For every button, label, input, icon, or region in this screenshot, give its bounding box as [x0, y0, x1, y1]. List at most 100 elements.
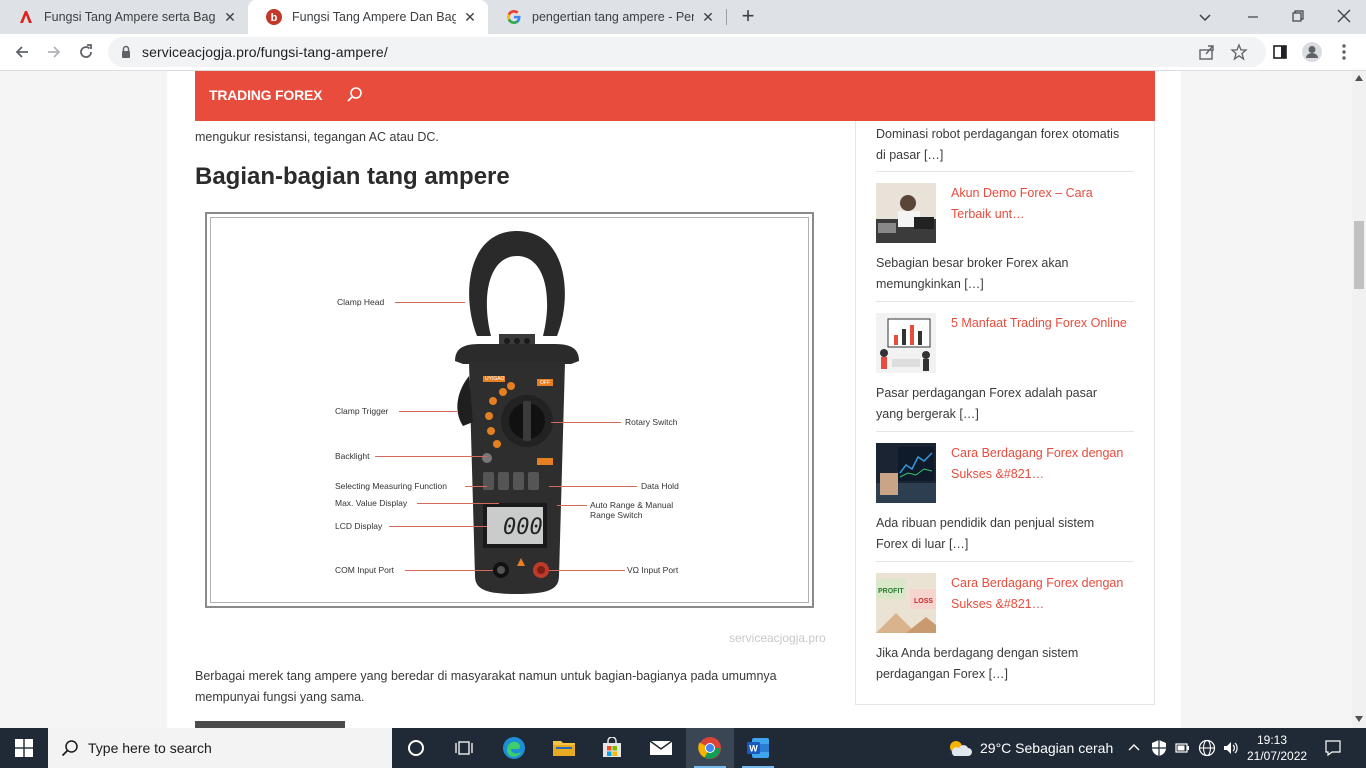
- page-scrollbar[interactable]: [1352, 71, 1366, 728]
- leader-line: [405, 570, 493, 571]
- label-lcd-display: LCD Display: [335, 521, 383, 531]
- menu-kebab-icon[interactable]: [1330, 38, 1358, 66]
- label-max-value: Max. Value Display: [335, 498, 408, 508]
- clock[interactable]: 19:13 21/07/2022: [1247, 732, 1308, 764]
- sidebar-item-4-excerpt-2: perdagangan Forex […]: [876, 667, 1009, 681]
- tab-search-chevron-icon[interactable]: [1196, 8, 1214, 26]
- defender-shield-icon[interactable]: [1151, 739, 1167, 762]
- leader-line: [389, 526, 487, 527]
- sidebar-widget: Dominasi robot perdagangan forex otomati…: [855, 101, 1155, 705]
- notification-center-icon[interactable]: [1324, 739, 1342, 762]
- share-icon[interactable]: [1198, 44, 1216, 60]
- sidebar-divider: [876, 301, 1134, 302]
- sidebar-item-3-title-1[interactable]: Cara Berdagang Forex dengan: [951, 443, 1141, 464]
- tab-1[interactable]: Fungsi Tang Ampere serta Bagian ✕: [0, 0, 248, 34]
- tab-3-close-icon[interactable]: ✕: [700, 9, 716, 25]
- clamp-meter-figure: 000 UYIGAO OFF Clamp Head Clamp Trigger …: [205, 212, 814, 608]
- sidebar-item-4-excerpt-1: Jika Anda berdagang dengan sistem: [876, 646, 1079, 660]
- scroll-up-arrow-icon[interactable]: [1355, 75, 1363, 81]
- network-globe-icon[interactable]: [1198, 739, 1216, 762]
- label-backlight: Backlight: [335, 451, 370, 461]
- profile-avatar-icon[interactable]: [1298, 38, 1326, 66]
- tab-2[interactable]: b Fungsi Tang Ampere Dan Bagaim ✕: [248, 0, 488, 34]
- task-view-icon[interactable]: [440, 728, 488, 768]
- leader-line: [465, 486, 487, 487]
- sidebar-item-4-title-1[interactable]: Cara Berdagang Forex dengan: [951, 573, 1141, 594]
- sidebar-item-2-excerpt-1: Pasar perdagangan Forex adalah pasar: [876, 386, 1097, 400]
- label-com-port: COM Input Port: [335, 565, 395, 575]
- tab-strip: Fungsi Tang Ampere serta Bagian ✕ b Fung…: [0, 0, 1366, 34]
- tab-3[interactable]: pengertian tang ampere - Penelu ✕: [488, 0, 726, 34]
- microsoft-store-icon[interactable]: [588, 728, 636, 768]
- leader-line: [417, 503, 499, 504]
- label-auto-range: Auto Range & Manual: [590, 500, 674, 510]
- lock-icon[interactable]: [120, 45, 132, 59]
- label-range-switch: Range Switch: [590, 510, 643, 520]
- volume-icon[interactable]: [1222, 739, 1240, 762]
- sidebar-thumb-profit-loss-illustration[interactable]: PROFIT LOSS: [876, 573, 936, 633]
- tab-3-title: pengertian tang ampere - Penelu: [532, 10, 694, 24]
- url-text[interactable]: serviceacjogja.pro/fungsi-tang-ampere/: [142, 44, 388, 60]
- weather-widget[interactable]: 29°C Sebagian cerah: [946, 728, 1113, 768]
- restore-icon[interactable]: [1288, 6, 1308, 26]
- clock-date: 21/07/2022: [1247, 749, 1308, 763]
- side-panel-icon[interactable]: [1266, 38, 1294, 66]
- word-icon[interactable]: W: [734, 728, 782, 768]
- page-viewport: mengukur resistansi, tegangan AC atau DC…: [0, 71, 1352, 728]
- label-clamp-trigger: Clamp Trigger: [335, 406, 389, 416]
- svg-text:LOSS: LOSS: [914, 598, 933, 605]
- leader-line: [557, 505, 587, 506]
- leader-line: [549, 570, 625, 571]
- label-rotary-switch: Rotary Switch: [625, 417, 678, 427]
- sidebar-thumb-trader-photo[interactable]: [876, 183, 936, 243]
- mail-icon[interactable]: [637, 728, 685, 768]
- taskbar-search-placeholder[interactable]: Type here to search: [88, 740, 212, 756]
- image-watermark-caption: serviceacjogja.pro: [729, 631, 826, 645]
- reload-icon[interactable]: [72, 38, 100, 66]
- label-vohm-port: VΩ Input Port: [627, 565, 679, 575]
- site-brand-link[interactable]: TRADING FOREX: [209, 87, 322, 103]
- svg-text:PROFIT: PROFIT: [878, 588, 904, 595]
- battery-icon[interactable]: [1175, 741, 1191, 760]
- sidebar-item-3-excerpt-2: Forex di luar […]: [876, 537, 969, 551]
- taskbar-search-box[interactable]: Type here to search: [48, 728, 392, 768]
- site-navbar: TRADING FOREX: [195, 71, 1155, 121]
- tab-separator: [726, 9, 727, 25]
- address-bar[interactable]: serviceacjogja.pro/fungsi-tang-ampere/: [108, 37, 1266, 67]
- paragraph-line-1: Berbagai merek tang ampere yang beredar …: [195, 669, 777, 683]
- close-window-icon[interactable]: [1334, 6, 1354, 26]
- tray-chevron-up-icon[interactable]: [1128, 741, 1140, 760]
- back-icon[interactable]: [8, 38, 36, 66]
- tab-2-close-icon[interactable]: ✕: [462, 9, 478, 25]
- windows-taskbar: Type here to search W 29°C Sebagian cera…: [0, 728, 1366, 768]
- scroll-down-arrow-icon[interactable]: [1355, 716, 1363, 722]
- sidebar-item-2-title-1[interactable]: 5 Manfaat Trading Forex Online: [951, 313, 1141, 334]
- meter-brand-text: UYIGAO: [485, 376, 505, 382]
- sidebar-thumb-chart-illustration[interactable]: [876, 313, 936, 373]
- scrollbar-thumb[interactable]: [1354, 221, 1364, 289]
- bookmark-star-icon[interactable]: [1230, 43, 1248, 61]
- sidebar-item-1-title-2[interactable]: Terbaik unt…: [951, 204, 1141, 225]
- leader-line: [551, 422, 621, 423]
- search-icon[interactable]: [345, 85, 365, 105]
- sidebar-item-1-title-1[interactable]: Akun Demo Forex – Cara: [951, 183, 1141, 204]
- paragraph-line-2: mempunyai fungsi yang sama.: [195, 690, 365, 704]
- sidebar-item-3-title-2[interactable]: Sukses &#821…: [951, 464, 1141, 485]
- article-heading: Bagian-bagian tang ampere: [195, 163, 510, 190]
- sidebar-thumb-laptop-chart-photo[interactable]: [876, 443, 936, 503]
- sidebar-item-1-excerpt-2: memungkinkan […]: [876, 277, 984, 291]
- clamp-meter-illustration: [455, 231, 579, 594]
- edge-icon[interactable]: [490, 728, 538, 768]
- file-explorer-icon[interactable]: [540, 728, 588, 768]
- browser-toolbar: serviceacjogja.pro/fungsi-tang-ampere/: [0, 34, 1366, 71]
- leader-line: [549, 486, 637, 487]
- windows-start-icon[interactable]: [0, 728, 48, 768]
- cortana-icon[interactable]: [392, 728, 440, 768]
- minimize-icon[interactable]: [1243, 8, 1263, 26]
- chrome-taskbar-icon[interactable]: [686, 728, 734, 768]
- forward-icon[interactable]: [40, 38, 68, 66]
- sidebar-item-4-title-2[interactable]: Sukses &#821…: [951, 594, 1141, 615]
- new-tab-button[interactable]: +: [737, 4, 759, 28]
- tab-1-close-icon[interactable]: ✕: [222, 9, 238, 25]
- meter-off-text: OFF: [540, 380, 550, 386]
